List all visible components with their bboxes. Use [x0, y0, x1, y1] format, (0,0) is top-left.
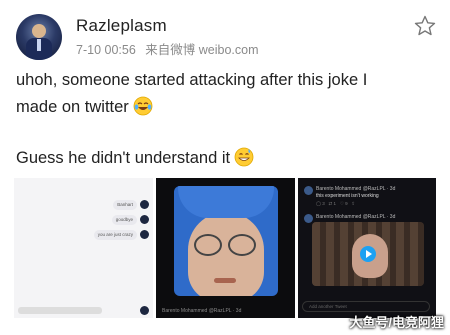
chat-avatar: [140, 230, 149, 239]
avatar[interactable]: [16, 14, 62, 60]
chat-avatar: [140, 200, 149, 209]
meme-image[interactable]: Barento Mohammed @RazLPL · 3d: [156, 178, 295, 318]
chat-message: you are just crazy: [93, 230, 137, 240]
post-text-line-2: made on twitter: [16, 96, 153, 117]
meme-caption: Barento Mohammed @RazLPL · 3d: [162, 308, 242, 314]
image-grid: Banhart goodbye you are just crazy Baren…: [14, 178, 436, 318]
chat-screenshot-image[interactable]: Banhart goodbye you are just crazy: [14, 178, 153, 318]
tweet-video: [312, 222, 424, 286]
chat-avatar: [140, 215, 149, 224]
reply-input: Add another Tweet: [302, 301, 430, 312]
play-icon: [360, 246, 376, 262]
tweet-text: this experiment isn't working: [316, 193, 379, 199]
post-meta: 7-10 00:56 来自微博 weibo.com: [76, 39, 265, 58]
tweet-author: Barento Mohammed @RazLPL · 3d: [316, 214, 396, 220]
tweet-avatar: [304, 186, 313, 195]
watermark: 大鱼号/电竞阿狸: [349, 315, 444, 330]
tweet-author: Barento Mohammed @RazLPL · 3d: [316, 186, 396, 192]
post-source[interactable]: 来自微博 weibo.com: [145, 43, 258, 57]
post-timestamp: 7-10 00:56: [76, 43, 136, 57]
username[interactable]: Razleplasm: [76, 16, 167, 36]
post-text-line-1: uhoh, someone started attacking after th…: [16, 71, 368, 89]
tweet-actions: ◯ 3 ⇄ 1 ♡ 9 ⇪: [316, 201, 356, 206]
chat-message: goodbye: [111, 215, 137, 225]
grinning-sweat-emoji-icon: [234, 147, 254, 167]
tweet-thread-image[interactable]: Barento Mohammed @RazLPL · 3d this exper…: [298, 178, 436, 318]
post-text-line-3: Guess he didn't understand it: [16, 147, 254, 168]
star-outline-icon[interactable]: [413, 14, 437, 38]
meme-face-picture: [174, 186, 278, 296]
weibo-post: Razleplasm 7-10 00:56 来自微博 weibo.com uho…: [0, 0, 450, 335]
chat-input-bar: [18, 307, 102, 314]
laughing-tears-emoji-icon: [133, 96, 153, 116]
chat-send-icon: [140, 306, 149, 315]
chat-message: Banhart: [113, 200, 137, 210]
